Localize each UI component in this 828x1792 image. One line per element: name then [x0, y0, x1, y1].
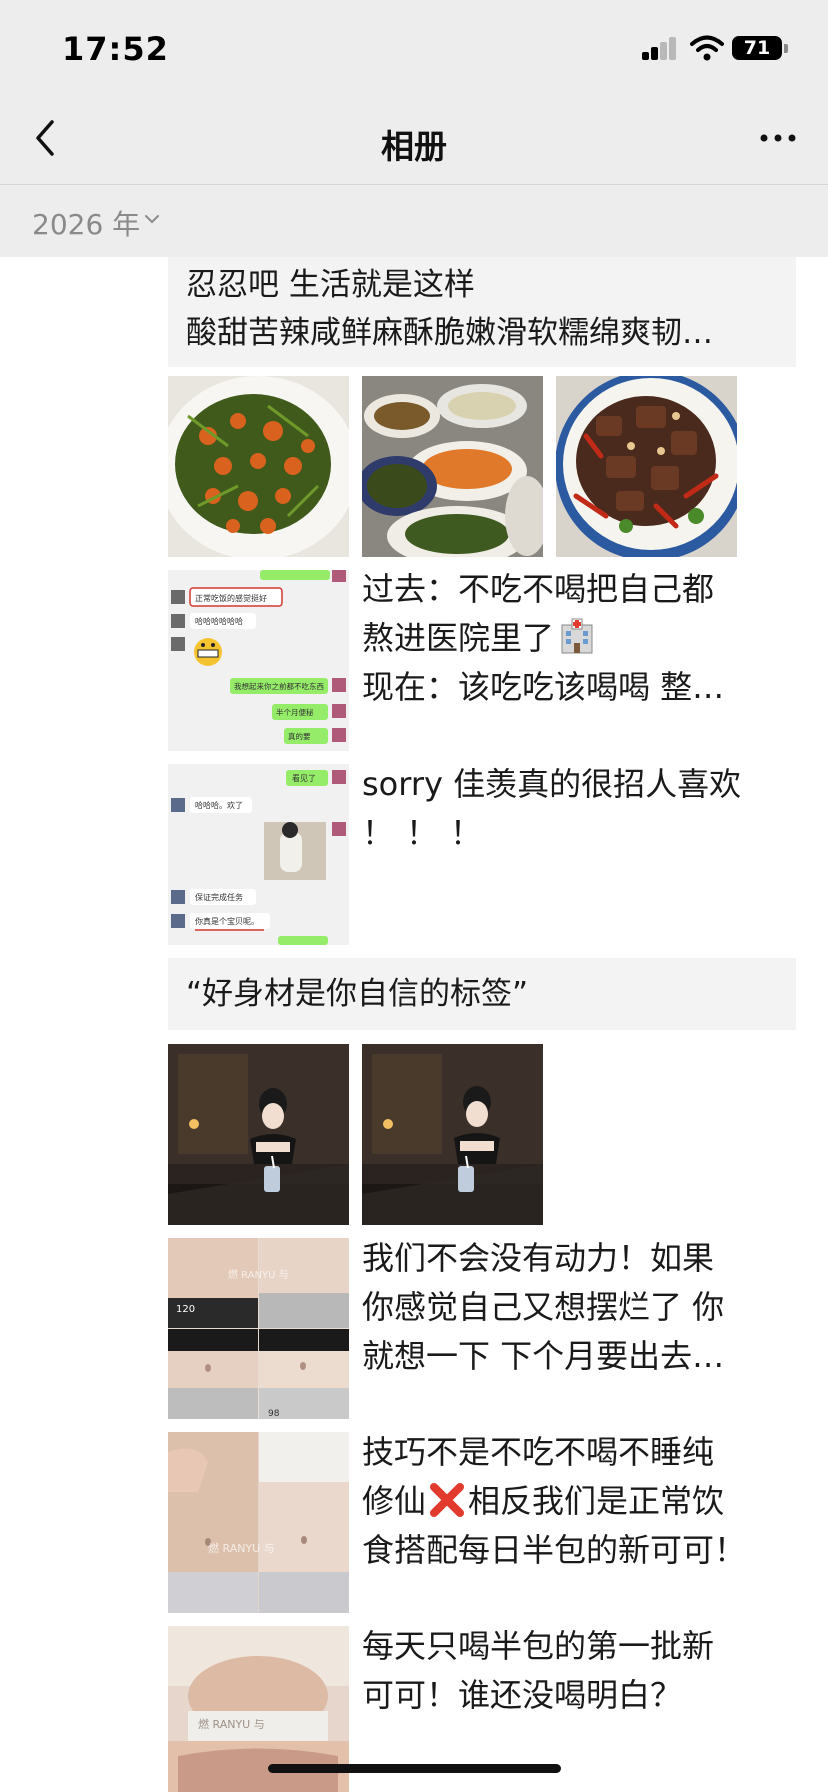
photo-number: 120: [176, 1304, 195, 1315]
post-caption[interactable]: sorry 佳羡真的很招人喜欢 ！！！: [362, 760, 762, 858]
post-line: 过去：不吃不喝把自己都: [362, 570, 715, 608]
post-line: 现在：该吃吃该喝喝 整…: [362, 668, 725, 706]
chat-screenshot-2[interactable]: 看见了 哈哈哈。欢了 保证完成任务 你真是个宝贝呢。: [168, 764, 349, 945]
brand-watermark: 燃 RANYU 与: [198, 1717, 265, 1731]
post-caption[interactable]: 技巧不是不吃不喝不睡纯 修仙 相反我们是正常饮 食搭配每日半包的新可可！: [362, 1428, 772, 1575]
post-line: 就想一下 下个月要出去…: [362, 1337, 725, 1375]
chat-line: 正常吃饭的感觉挺好: [195, 593, 267, 603]
post-line-text: 熬进医院里了: [362, 619, 555, 657]
photo-number: 98: [268, 1409, 280, 1419]
chevron-down-icon: [145, 215, 159, 224]
status-bar: 17:52 71: [0, 0, 828, 92]
post-line: 我们不会没有动力！如果: [362, 1239, 715, 1277]
post-line: “好身材是你自信的标签”: [186, 976, 529, 1012]
battery-level: 71: [732, 36, 782, 60]
post-line-text: 修仙: [362, 1482, 427, 1520]
brand-watermark: 燃 RANYU 与: [208, 1541, 275, 1555]
post-line: 技巧不是不吃不喝不睡纯: [362, 1433, 715, 1471]
signal-icon: [640, 34, 680, 62]
cross-mark-icon: [430, 1483, 465, 1517]
waist-compare-photo-2[interactable]: 燃 RANYU 与: [168, 1432, 349, 1613]
post-caption[interactable]: 过去：不吃不喝把自己都 熬进医院里了 现在：该吃吃该喝喝 整…: [362, 565, 762, 712]
nav-bar: 相册: [0, 92, 828, 185]
chat-line: 真的要: [288, 731, 311, 741]
home-indicator[interactable]: [268, 1764, 561, 1773]
status-time: 17:52: [62, 30, 169, 68]
status-icons: 71: [640, 34, 800, 62]
shrimp-stirfry-photo[interactable]: [168, 376, 349, 557]
post-line: sorry 佳羡真的很招人喜欢: [362, 765, 742, 803]
post-line: 修仙 相反我们是正常饮: [362, 1477, 772, 1526]
post-caption[interactable]: 我们不会没有动力！如果 你感觉自己又想摆烂了 你 就想一下 下个月要出去…: [362, 1234, 762, 1381]
post-line-text: 相反我们是正常饮: [468, 1482, 725, 1520]
waist-compare-photo-1[interactable]: 120 98 燃 RANYU 与: [168, 1238, 349, 1419]
post-line: 食搭配每日半包的新可可！: [362, 1531, 747, 1569]
chat-line: 半个月便秘: [276, 707, 314, 717]
wifi-icon: [690, 35, 724, 61]
year-filter[interactable]: 2026 年: [0, 185, 828, 257]
chat-line: 看见了: [292, 774, 316, 783]
table-dishes-photo[interactable]: [362, 376, 543, 557]
year-label: 2026 年: [32, 208, 141, 241]
post-caption[interactable]: 每天只喝半包的第一批新 可可！谁还没喝明白？: [362, 1622, 762, 1720]
text-post[interactable]: “好身材是你自信的标签”: [168, 958, 796, 1030]
chat-line: 保证完成任务: [195, 892, 243, 902]
chat-line: 哈哈哈。欢了: [195, 800, 243, 810]
text-post[interactable]: 忍忍吧 生活就是这样 酸甜苦辣咸鲜麻酥脆嫩滑软糯绵爽韧…: [168, 257, 796, 367]
battery-icon: 71: [732, 34, 788, 62]
post-line: ！！！: [362, 814, 495, 852]
hospital-icon: [561, 618, 593, 654]
post-line: 酸甜苦辣咸鲜麻酥脆嫩滑软糯绵爽韧…: [186, 315, 713, 351]
chat-line: 我想起来你之前都不吃东西: [234, 681, 324, 691]
chat-line: 哈哈哈哈哈哈: [195, 616, 243, 626]
girl-cafe-photo-2[interactable]: [362, 1044, 543, 1225]
chili-beef-photo[interactable]: [556, 376, 737, 557]
chat-line: 你真是个宝贝呢。: [195, 916, 259, 926]
more-icon[interactable]: [758, 124, 798, 152]
post-line: 每天只喝半包的第一批新: [362, 1627, 715, 1665]
brand-watermark: 燃 RANYU 与: [228, 1268, 289, 1281]
post-line: 熬进医院里了: [362, 614, 762, 663]
post-line: 你感觉自己又想摆烂了 你: [362, 1288, 725, 1326]
chat-screenshot-1[interactable]: 正常吃饭的感觉挺好 哈哈哈哈哈哈 我想起来你之前都不吃东西 半个月便秘 真的要: [168, 570, 349, 751]
girl-cafe-photo-1[interactable]: [168, 1044, 349, 1225]
post-line: 可可！谁还没喝明白？: [362, 1676, 683, 1714]
post-line: 忍忍吧 生活就是这样: [186, 267, 475, 303]
page-title: 相册: [381, 127, 447, 166]
